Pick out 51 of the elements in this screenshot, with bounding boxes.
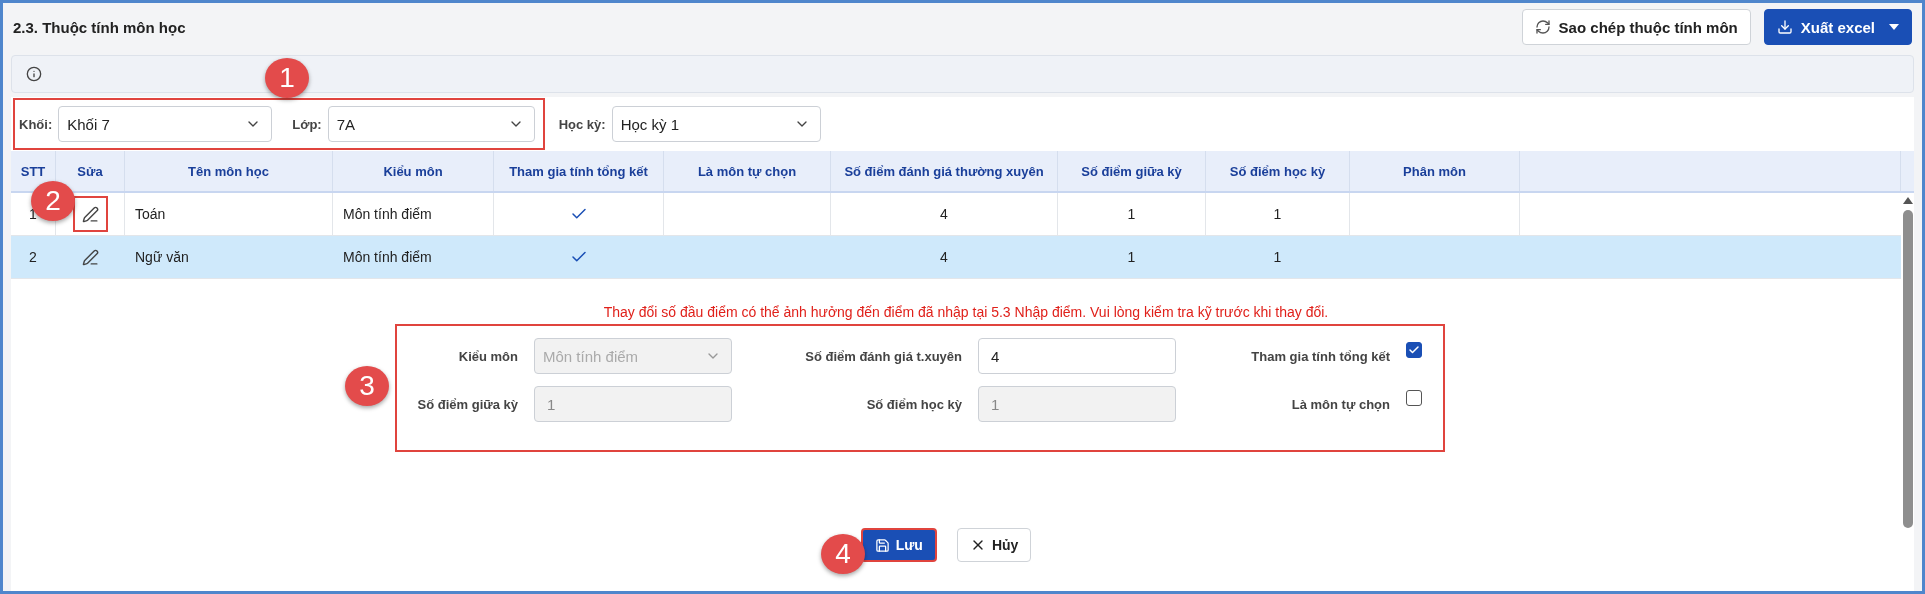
table-cell-text: 1 <box>1126 248 1137 267</box>
table-cell-text: 4 <box>939 248 949 267</box>
field-label: Kiểu môn <box>458 348 518 364</box>
info-icon[interactable] <box>26 66 42 82</box>
table-cell: 1 <box>1058 193 1206 235</box>
column-header: Số điểm đánh giá thường xuyên <box>831 151 1058 191</box>
filter-select[interactable]: 7A <box>327 106 535 142</box>
copy-button[interactable]: Sao chép thuộc tính môn <box>1521 9 1751 45</box>
table-cell: 1 <box>1206 193 1350 235</box>
table-cell: 4 <box>831 193 1058 235</box>
checkbox-label: Là môn tự chọn <box>1291 396 1390 412</box>
filter-select[interactable]: Khối 7 <box>58 106 273 142</box>
column-header: Phân môn <box>1350 151 1520 191</box>
field-label: Số điểm giữa kỳ <box>417 396 518 412</box>
scroll-up-icon[interactable] <box>1902 197 1913 204</box>
check-icon <box>1408 344 1420 356</box>
column-header: Tham gia tính tổng kết <box>494 151 664 191</box>
checkbox-label: Tham gia tính tổng kết <box>1251 348 1390 364</box>
export-button[interactable]: Xuất excel <box>1763 9 1912 45</box>
field-label: Số điểm đánh giá t.xuyên <box>805 348 962 364</box>
table-cell-text: Môn tính điểm <box>342 248 433 267</box>
pen-icon <box>81 248 99 266</box>
column-header: Là môn tự chọn <box>664 151 831 191</box>
refresh-icon <box>1534 19 1551 35</box>
column-header: Số điểm giữa kỳ <box>1058 151 1206 191</box>
scrollbar-thumb[interactable] <box>1902 210 1913 528</box>
column-header: Tên môn học <box>125 151 333 191</box>
input-field[interactable]: 4 <box>978 338 1176 374</box>
checkbox[interactable] <box>1406 390 1422 406</box>
table-cell-text: 1 <box>1272 248 1283 267</box>
save-icon <box>874 537 890 553</box>
table-cell-text: 2 <box>28 248 38 267</box>
field-label: Số điểm học kỳ <box>866 396 962 412</box>
table-cell-text: Ngữ văn <box>134 248 190 267</box>
column-header: Kiểu môn <box>333 151 494 191</box>
filter-label: Học kỳ: <box>558 116 606 132</box>
table-cell: Môn tính điểm <box>333 193 494 235</box>
cancel-button[interactable]: Hủy <box>956 528 1032 562</box>
filter-select[interactable]: Học kỳ 1 <box>611 106 821 142</box>
table-row[interactable]: 2 Ngữ văn Môn tính điểm 4 1 1 <box>11 236 1901 279</box>
table-cell: Toán <box>125 193 333 235</box>
checkbox[interactable] <box>1406 342 1422 358</box>
filter-label: Khối: <box>19 116 53 132</box>
pen-icon <box>81 205 99 223</box>
save-button[interactable]: Lưu <box>860 528 937 562</box>
page-title: 2.3. Thuộc tính môn học <box>13 18 186 36</box>
filter-label: Lớp: <box>292 116 322 132</box>
download-icon <box>1776 19 1793 35</box>
warning-text: Thay đổi số đầu điểm có thể ảnh hưởng đến điểm đã nhập tại 5.3 Nhập điểm. Vui lòng kiểm tra kỹ trước khi thay đổi. <box>602 304 1330 320</box>
column-header: Số điểm học kỳ <box>1206 151 1350 191</box>
caret-icon <box>1889 24 1899 30</box>
